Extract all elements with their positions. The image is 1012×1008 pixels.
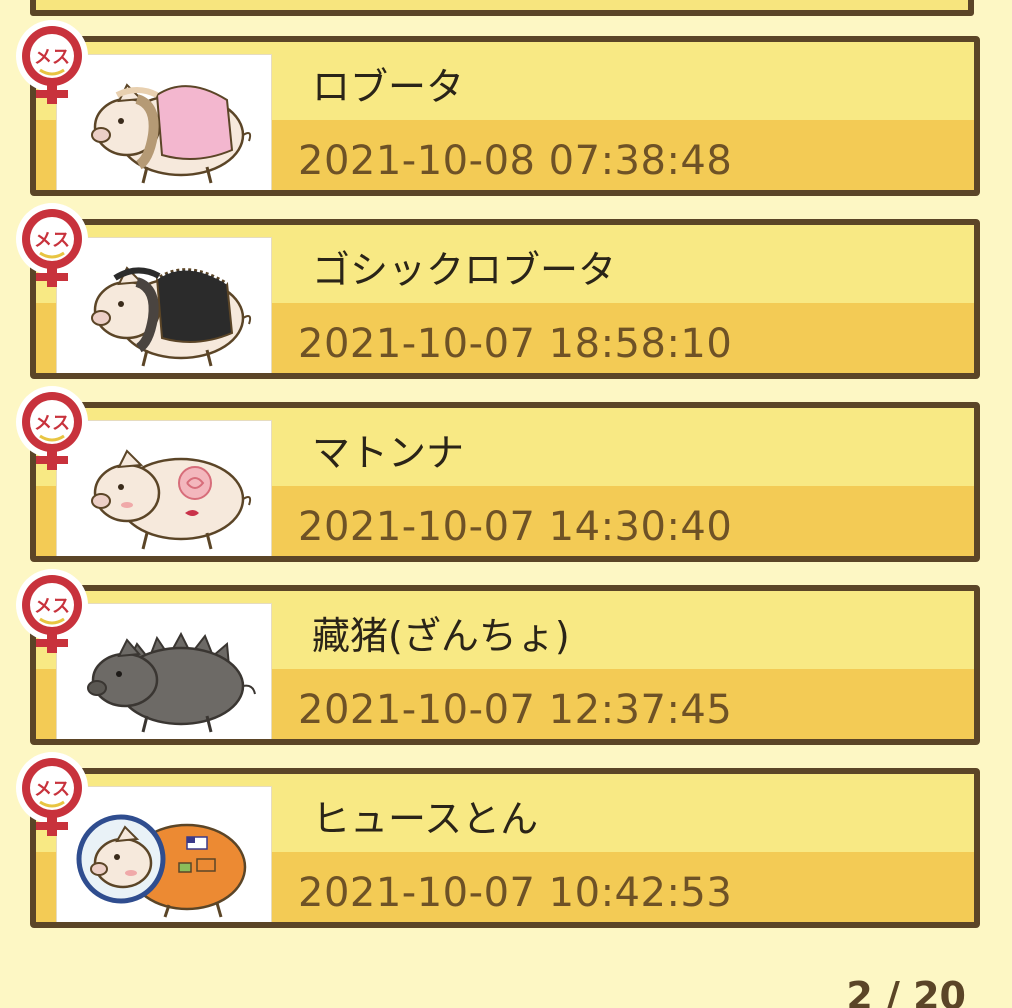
list-item[interactable]: ゴシックロブータ 2021-10-07 18:58:10 メス: [16, 203, 980, 379]
page-indicator: 2 / 20: [846, 974, 966, 1008]
female-badge: メス: [10, 20, 94, 106]
pig-card[interactable]: 藏猪(ざんちょ) 2021-10-07 12:37:45: [30, 585, 980, 745]
pig-name: ゴシックロブータ: [312, 248, 617, 292]
pig-card[interactable]: ロブータ 2021-10-08 07:38:48: [30, 36, 980, 196]
female-badge: メス: [10, 752, 94, 838]
female-symbol-icon: メス: [16, 569, 88, 653]
female-symbol-icon: メス: [16, 752, 88, 836]
acquired-timestamp: 2021-10-07 12:37:45: [298, 687, 733, 733]
badge-label: メス: [34, 779, 70, 800]
pig-name: ヒュースとん: [312, 797, 539, 841]
pig-name: 藏猪(ざんちょ): [312, 614, 570, 658]
acquired-timestamp: 2021-10-07 18:58:10: [298, 321, 733, 367]
acquired-timestamp: 2021-10-08 07:38:48: [298, 138, 733, 184]
pig-card[interactable]: ゴシックロブータ 2021-10-07 18:58:10: [30, 219, 980, 379]
female-badge: メス: [10, 203, 94, 289]
list-item[interactable]: ロブータ 2021-10-08 07:38:48 メス: [16, 20, 980, 196]
previous-card-partial: [30, 0, 974, 16]
pig-card[interactable]: ヒュースとん 2021-10-07 10:42:53: [30, 768, 980, 928]
pig-name: マトンナ: [312, 431, 465, 475]
badge-label: メス: [34, 596, 70, 617]
female-symbol-icon: メス: [16, 20, 88, 104]
badge-label: メス: [34, 413, 70, 434]
female-symbol-icon: メス: [16, 386, 88, 470]
pig-name: ロブータ: [312, 65, 465, 109]
list-item[interactable]: 藏猪(ざんちょ) 2021-10-07 12:37:45 メス: [16, 569, 980, 745]
female-badge: メス: [10, 569, 94, 655]
pig-collection-screen: ロブータ 2021-10-08 07:38:48 メス ゴシックロブータ 202…: [0, 0, 1012, 1008]
list-item[interactable]: マトンナ 2021-10-07 14:30:40 メス: [16, 386, 980, 562]
female-badge: メス: [10, 386, 94, 472]
pig-card[interactable]: マトンナ 2021-10-07 14:30:40: [30, 402, 980, 562]
badge-label: メス: [34, 47, 70, 68]
acquired-timestamp: 2021-10-07 10:42:53: [298, 870, 733, 916]
badge-label: メス: [34, 230, 70, 251]
acquired-timestamp: 2021-10-07 14:30:40: [298, 504, 733, 550]
list-item[interactable]: ヒュースとん 2021-10-07 10:42:53 メス: [16, 752, 980, 928]
female-symbol-icon: メス: [16, 203, 88, 287]
